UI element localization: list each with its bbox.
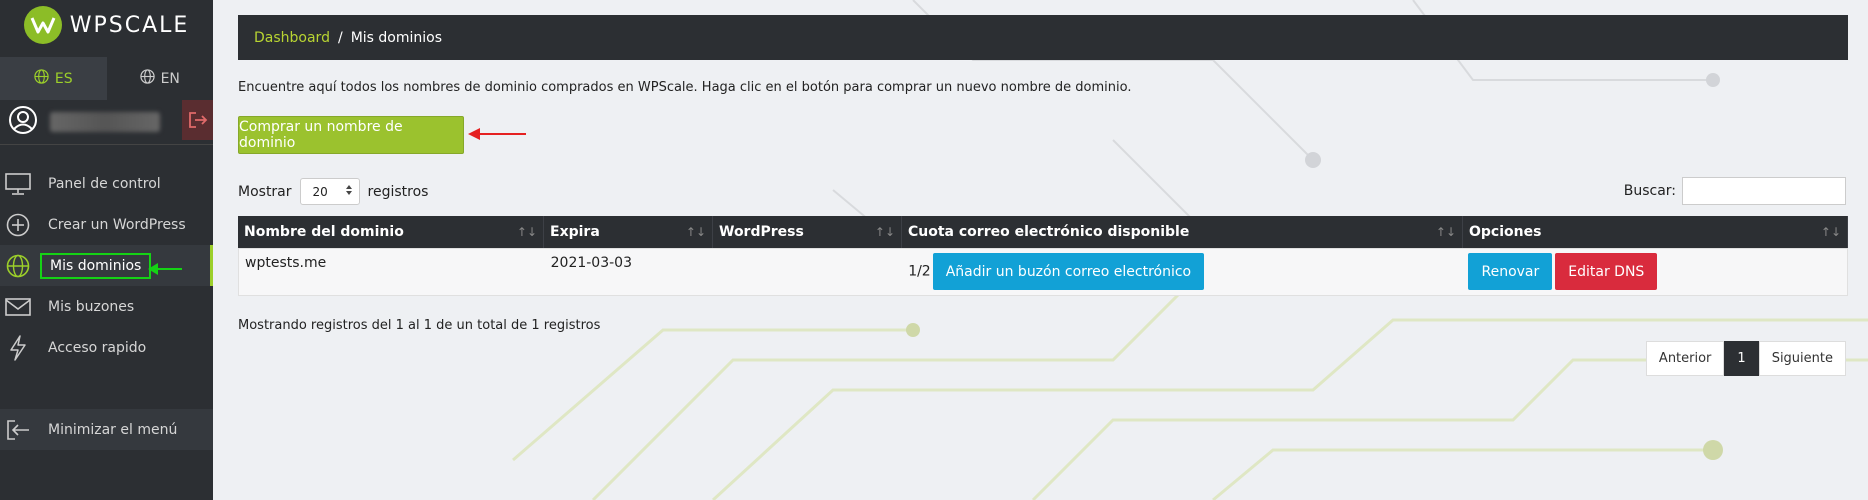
logout-button[interactable] — [182, 100, 213, 140]
sidebar-item-label: Acceso rapido — [48, 339, 147, 356]
page-size-control: Mostrar 20 registros — [238, 178, 428, 205]
edit-dns-button[interactable]: Editar DNS — [1555, 253, 1658, 290]
column-header-expires[interactable]: Expira ↑↓ — [544, 216, 713, 248]
sidebar-item-label: Mis dominios — [40, 252, 152, 279]
pagination: Anterior 1 Siguiente — [1645, 341, 1846, 376]
sidebar-item-create-wordpress[interactable]: Crear un WordPress — [0, 204, 213, 245]
sidebar-item-label: Mis buzones — [48, 298, 135, 315]
breadcrumb-separator: / — [337, 29, 343, 46]
cell-domain: wptests.me — [245, 255, 327, 271]
column-header-wordpress[interactable]: WordPress ↑↓ — [713, 216, 902, 248]
logo[interactable]: WPSCALE — [0, 0, 213, 50]
sidebar-item-quick-access[interactable]: Acceso rapido — [0, 327, 213, 368]
breadcrumb-dashboard-link[interactable]: Dashboard — [254, 30, 330, 46]
table-row: wptests.me 2021-03-03 1/2 Añadir un buzón… — [238, 248, 1848, 296]
cell-wordpress — [713, 249, 902, 295]
buy-domain-button[interactable]: Comprar un nombre de dominio — [238, 116, 464, 154]
column-header-quota[interactable]: Cuota correo electrónico disponible ↑↓ — [902, 216, 1463, 248]
sidebar: WPSCALE ES EN Panel de control Crear un … — [0, 0, 213, 500]
lang-label: ES — [54, 70, 73, 87]
cell-expires: 2021-03-03 — [550, 255, 632, 271]
logout-icon — [188, 112, 207, 128]
header-label: Nombre del dominio — [244, 224, 404, 240]
brand-name: WPSCALE — [69, 12, 190, 38]
sort-icon: ↑↓ — [516, 225, 537, 239]
search-input[interactable] — [1682, 177, 1846, 205]
user-row — [0, 100, 213, 145]
globe-icon — [34, 69, 49, 88]
search-control: Buscar: — [1624, 177, 1846, 205]
pagination-page[interactable]: 1 — [1724, 341, 1759, 376]
lang-es[interactable]: ES — [0, 57, 107, 100]
minimize-menu-button[interactable]: Minimizar el menú — [0, 409, 213, 450]
sidebar-item-label: Panel de control — [48, 175, 161, 192]
quota-value: 1/2 — [908, 263, 931, 280]
breadcrumb: Dashboard / Mis dominios — [238, 15, 1848, 60]
cell-quota: 1/2 Añadir un buzón correo electrónico — [902, 249, 1462, 295]
minimize-label: Minimizar el menú — [48, 421, 178, 438]
pagination-prev[interactable]: Anterior — [1645, 341, 1725, 376]
page-size-value: 20 — [312, 184, 328, 199]
sort-icon: ↑↓ — [1820, 225, 1841, 239]
globe-icon — [3, 251, 33, 281]
header-label: Cuota correo electrónico disponible — [908, 224, 1190, 240]
annotation-arrow-icon — [148, 263, 182, 275]
monitor-icon — [3, 169, 33, 199]
sort-icon: ↑↓ — [1435, 225, 1456, 239]
lang-label: EN — [160, 70, 180, 87]
page-size-select[interactable]: 20 — [299, 178, 360, 205]
header-label: Opciones — [1469, 224, 1542, 240]
language-switcher: ES EN — [0, 57, 213, 100]
renew-button[interactable]: Renovar — [1468, 253, 1553, 290]
collapse-icon — [3, 415, 33, 445]
main-content: Dashboard / Mis dominios Encuentre aquí … — [213, 0, 1868, 500]
pagination-next[interactable]: Siguiente — [1758, 341, 1846, 376]
column-header-domain[interactable]: Nombre del dominio ↑↓ — [238, 216, 544, 248]
add-mailbox-button[interactable]: Añadir un buzón correo electrónico — [932, 253, 1205, 290]
globe-icon — [139, 69, 155, 88]
bolt-icon — [3, 333, 33, 363]
sidebar-item-mailboxes[interactable]: Mis buzones — [0, 286, 213, 327]
wpscale-logo-icon — [23, 6, 62, 44]
records-label: registros — [367, 183, 429, 200]
domains-table: Nombre del dominio ↑↓ Expira ↑↓ WordPress ↑… — [238, 216, 1848, 296]
column-header-options[interactable]: Opciones ↑↓ — [1463, 216, 1848, 248]
cell-options: Renovar Editar DNS — [1462, 249, 1847, 295]
show-label: Mostrar — [238, 183, 292, 200]
envelope-icon — [3, 292, 33, 322]
sidebar-item-panel[interactable]: Panel de control — [0, 163, 213, 204]
intro-text: Encuentre aquí todos los nombres de domi… — [238, 80, 1132, 95]
lang-en[interactable]: EN — [106, 57, 213, 100]
sidebar-item-label: Crear un WordPress — [48, 216, 186, 233]
sort-arrows-icon — [345, 184, 353, 199]
breadcrumb-current: Mis dominios — [350, 29, 443, 46]
search-label: Buscar: — [1623, 183, 1676, 199]
records-info: Mostrando registros del 1 al 1 de un tot… — [238, 318, 601, 333]
sort-icon: ↑↓ — [874, 225, 895, 239]
table-header: Nombre del dominio ↑↓ Expira ↑↓ WordPress ↑… — [238, 216, 1848, 248]
sort-icon: ↑↓ — [685, 225, 706, 239]
header-label: WordPress — [719, 224, 804, 240]
plus-circle-icon — [3, 210, 33, 240]
user-name-blurred — [50, 112, 160, 132]
user-avatar-icon[interactable] — [8, 105, 38, 139]
annotation-arrow-icon — [468, 128, 526, 140]
header-label: Expira — [550, 224, 600, 240]
